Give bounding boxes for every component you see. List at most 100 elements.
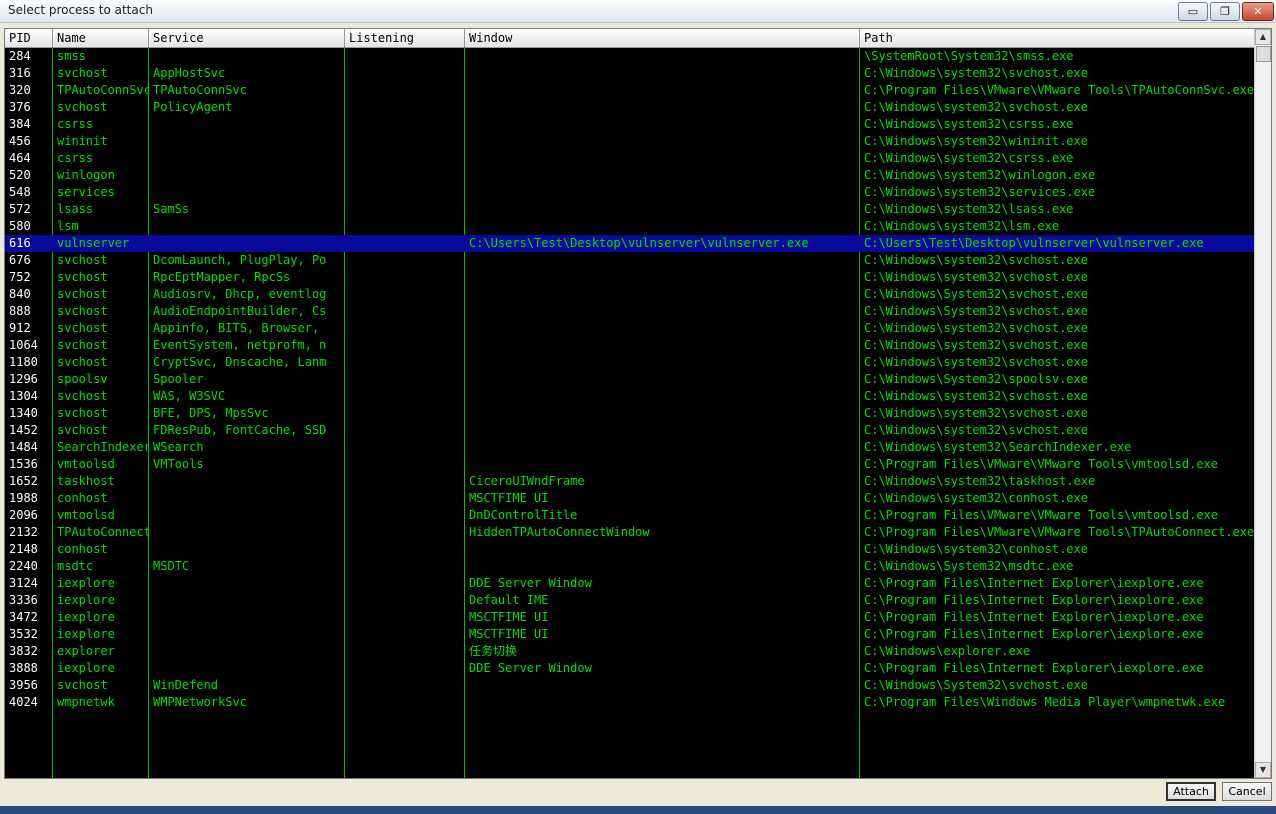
cell-path: \SystemRoot\System32\smss.exe (864, 49, 1074, 63)
table-row[interactable]: 912 svchost Appinfo, BITS, Browser, C:\Wind… (5, 320, 1255, 337)
cell-listening (345, 252, 465, 269)
table-row[interactable]: 3124 iexplore DDE Server Window C:\Program … (5, 575, 1255, 592)
column-header-path[interactable]: Path (860, 29, 1255, 47)
close-button[interactable]: ✕ (1242, 2, 1274, 21)
cell-listening (345, 456, 465, 473)
table-row[interactable]: 676 svchost DcomLaunch, PlugPlay, Po C:\Win… (5, 252, 1255, 269)
table-row[interactable]: 1988 conhost MSCTFIME UI C:\Windows\system3… (5, 490, 1255, 507)
cell-pid: 1452 (9, 423, 38, 437)
cell-name: svchost (57, 287, 108, 301)
cell-pid: 3336 (9, 593, 38, 607)
minimize-button[interactable]: ▭ (1178, 2, 1208, 21)
cell-name: TPAutoConnect (57, 525, 149, 539)
cell-service (149, 473, 345, 490)
table-row[interactable]: 840 svchost Audiosrv, Dhcp, eventlog C:\Win… (5, 286, 1255, 303)
column-header-name[interactable]: Name (53, 29, 149, 47)
cell-window (465, 422, 860, 439)
table-row[interactable]: 456 wininit C:\Windows\system32\wininit.ex… (5, 133, 1255, 150)
title-bar[interactable]: Select process to attach ▭ ❐ ✕ (0, 0, 1276, 23)
table-row[interactable]: 1484 SearchIndexer WSearch C:\Windows\syste… (5, 439, 1255, 456)
cell-pid: 1296 (9, 372, 38, 386)
column-header-window[interactable]: Window (465, 29, 860, 47)
table-row[interactable]: 3956 svchost WinDefend C:\Windows\System32\… (5, 677, 1255, 694)
cell-path: C:\Windows\system32\svchost.exe (864, 100, 1088, 114)
table-row[interactable]: 1064 svchost EventSystem, netprofm, n C:\Wi… (5, 337, 1255, 354)
table-row[interactable]: 888 svchost AudioEndpointBuilder, Cs C:\Win… (5, 303, 1255, 320)
scroll-down-button[interactable]: ▼ (1255, 762, 1271, 778)
table-row[interactable]: 376 svchost PolicyAgent C:\Windows\system32… (5, 99, 1255, 116)
column-header-pid[interactable]: PID (5, 29, 53, 47)
cell-pid: 284 (9, 49, 31, 63)
table-row[interactable]: 548 services C:\Windows\system32\services.… (5, 184, 1255, 201)
cancel-button[interactable]: Cancel (1222, 782, 1272, 801)
cell-name: wininit (57, 134, 108, 148)
vertical-scrollbar[interactable]: ▲ ▼ (1254, 29, 1271, 778)
cell-pid: 384 (9, 117, 31, 131)
cell-service (149, 507, 345, 524)
cell-service: Appinfo, BITS, Browser, (153, 321, 320, 335)
table-row[interactable]: 1652 taskhost CiceroUIWndFrame C:\Windows\s… (5, 473, 1255, 490)
cell-path: C:\Windows\system32\winlogon.exe (864, 168, 1096, 182)
table-row[interactable]: 1296 spoolsv Spooler C:\Windows\System32\sp… (5, 371, 1255, 388)
cell-window (465, 99, 860, 116)
table-row[interactable]: 384 csrss C:\Windows\system32\csrss.exe (5, 116, 1255, 133)
maximize-button[interactable]: ❐ (1210, 2, 1240, 21)
table-row[interactable]: 284 smss \SystemRoot\System32\smss.exe (5, 48, 1255, 65)
table-row[interactable]: 1180 svchost CryptSvc, Dnscache, Lanm C:\Wi… (5, 354, 1255, 371)
cell-listening (345, 184, 465, 201)
cell-listening (345, 150, 465, 167)
table-row[interactable]: 520 winlogon C:\Windows\system32\winlogon.… (5, 167, 1255, 184)
attach-button[interactable]: Attach (1166, 782, 1216, 801)
cell-listening (345, 116, 465, 133)
cell-listening (345, 677, 465, 694)
table-row[interactable]: 580 lsm C:\Windows\system32\lsm.exe (5, 218, 1255, 235)
table-row[interactable]: 616 vulnserver C:\Users\Test\Desktop\vulns… (5, 235, 1255, 252)
cell-listening (345, 643, 465, 660)
column-header-listening[interactable]: Listening (345, 29, 465, 47)
table-row[interactable]: 4024 wmpnetwk WMPNetworkSvc C:\Program File… (5, 694, 1255, 711)
cell-window (465, 558, 860, 575)
cell-path: C:\Windows\System32\svchost.exe (864, 304, 1088, 318)
cell-listening (345, 558, 465, 575)
table-row[interactable]: 2132 TPAutoConnect HiddenTPAutoConnectWind… (5, 524, 1255, 541)
table-row[interactable]: 3336 iexplore Default IME C:\Program Files\… (5, 592, 1255, 609)
scroll-up-button[interactable]: ▲ (1255, 29, 1271, 45)
cell-listening (345, 507, 465, 524)
cell-pid: 3832 (9, 644, 38, 658)
scroll-thumb[interactable] (1256, 46, 1271, 62)
cell-service: WAS, W3SVC (153, 389, 226, 403)
column-header-service[interactable]: Service (149, 29, 345, 47)
table-row[interactable]: 3888 iexplore DDE Server Window C:\Program … (5, 660, 1255, 677)
table-row[interactable]: 2148 conhost C:\Windows\system32\conhost.e… (5, 541, 1255, 558)
cell-window: DnDControlTitle (469, 508, 578, 522)
cell-path: C:\Windows\system32\services.exe (864, 185, 1096, 199)
cell-path: C:\Windows\system32\svchost.exe (864, 321, 1088, 335)
table-row[interactable]: 752 svchost RpcEptMapper, RpcSs C:\Windows\… (5, 269, 1255, 286)
cell-pid: 676 (9, 253, 31, 267)
cell-service: CryptSvc, Dnscache, Lanm (153, 355, 327, 369)
table-row[interactable]: 1304 svchost WAS, W3SVC C:\Windows\system32… (5, 388, 1255, 405)
table-row[interactable]: 1536 vmtoolsd VMTools C:\Program Files\VMwa… (5, 456, 1255, 473)
table-row[interactable]: 316 svchost AppHostSvc C:\Windows\system32\… (5, 65, 1255, 82)
table-row[interactable]: 2240 msdtc MSDTC C:\Windows\System32\msdtc.… (5, 558, 1255, 575)
table-row[interactable]: 3832 explorer 任务切换 C:\Windows\explorer.exe (5, 643, 1255, 660)
table-row[interactable]: 3472 iexplore MSCTFIME UI C:\Program Files\… (5, 609, 1255, 626)
cell-path: C:\Windows\system32\conhost.exe (864, 491, 1088, 505)
process-list[interactable]: PID Name Service Listening Window Path 2… (4, 28, 1272, 779)
cell-pid: 1484 (9, 440, 38, 454)
table-row[interactable]: 572 lsass SamSs C:\Windows\system32\lsass.e… (5, 201, 1255, 218)
table-row[interactable]: 3532 iexplore MSCTFIME UI C:\Program Files\… (5, 626, 1255, 643)
table-row[interactable]: 320 TPAutoConnSvc TPAutoConnSvc C:\Program … (5, 82, 1255, 99)
cell-name: svchost (57, 304, 108, 318)
cell-path: C:\Windows\system32\taskhost.exe (864, 474, 1096, 488)
cell-name: lsass (57, 202, 94, 216)
cell-path: C:\Windows\system32\csrss.exe (864, 151, 1074, 165)
table-row[interactable]: 2096 vmtoolsd DnDControlTitle C:\Program Fi… (5, 507, 1255, 524)
cell-listening (345, 422, 465, 439)
table-row[interactable]: 1452 svchost FDResPub, FontCache, SSD C:\Wi… (5, 422, 1255, 439)
table-row[interactable]: 1340 svchost BFE, DPS, MpsSvc C:\Windows\sy… (5, 405, 1255, 422)
table-row[interactable]: 464 csrss C:\Windows\system32\csrss.exe (5, 150, 1255, 167)
cell-path: C:\Windows\System32\spoolsv.exe (864, 372, 1088, 386)
cell-window (465, 116, 860, 133)
cell-listening (345, 269, 465, 286)
